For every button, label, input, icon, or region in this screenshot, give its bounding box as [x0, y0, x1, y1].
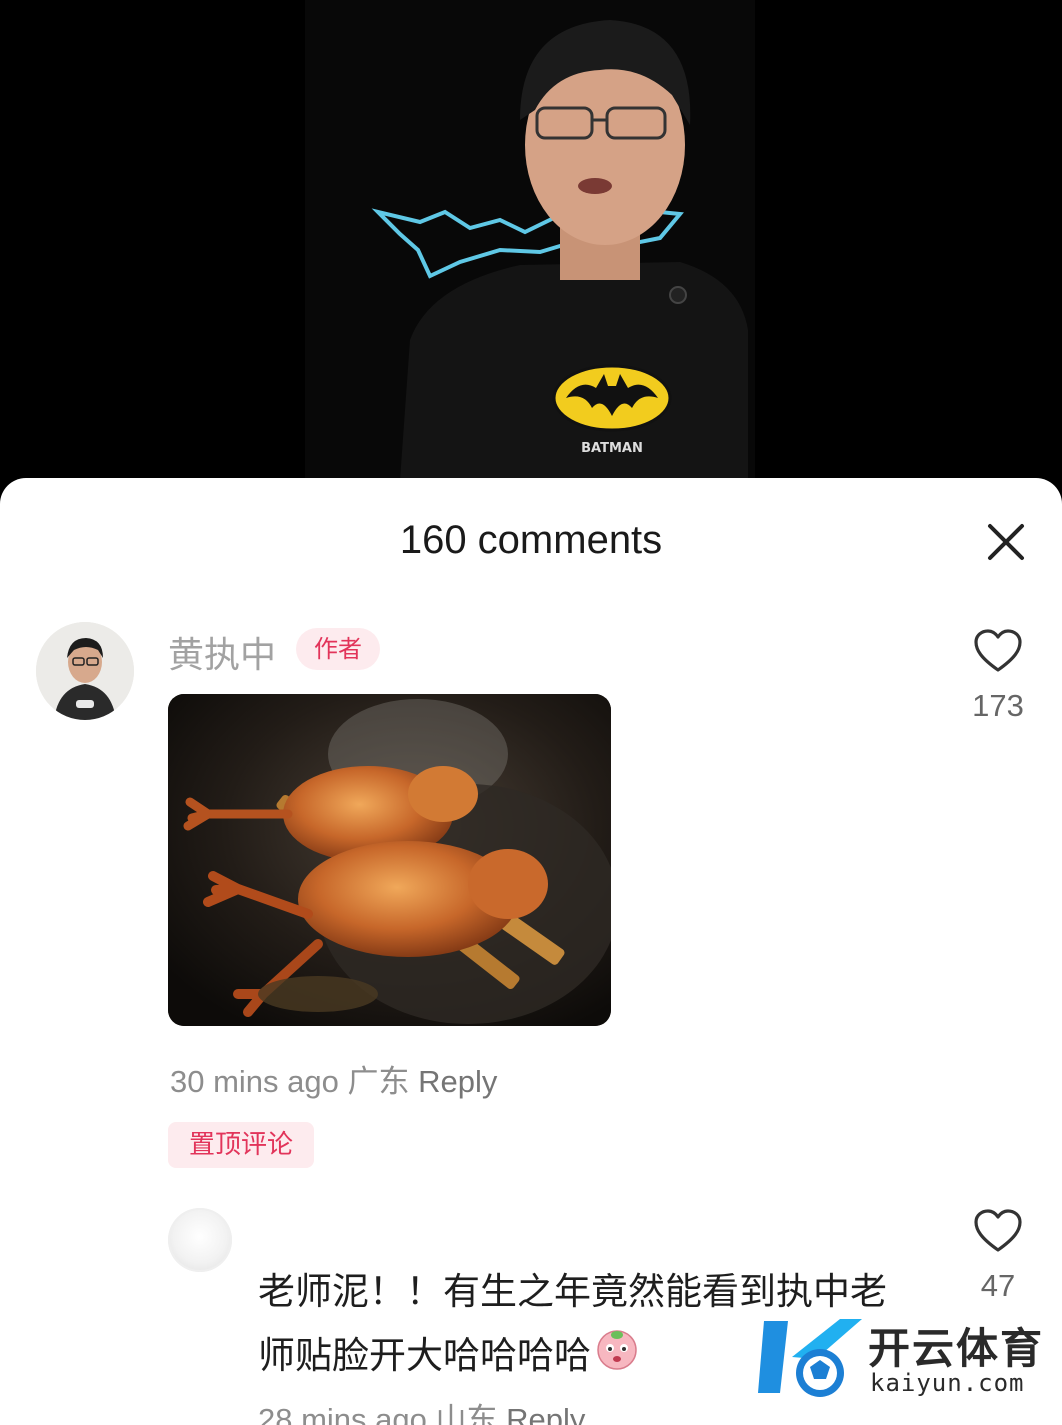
watermark-name: 开云体育 — [868, 1324, 1045, 1373]
pinned-comment-badge: 置顶评论 — [168, 1122, 314, 1168]
comment-time: 28 mins ago — [258, 1402, 427, 1425]
comment-image[interactable] — [168, 694, 611, 1026]
roast-chicken-photo — [168, 694, 611, 1026]
close-icon — [988, 524, 1024, 560]
author-badge: 作者 — [296, 628, 380, 670]
like-count: 173 — [972, 688, 1024, 723]
like-button-comment-2[interactable]: 47 — [968, 1208, 1028, 1304]
comment-meta: 30 mins ago 广东 Reply — [170, 1056, 497, 1101]
reply-button[interactable]: Reply — [418, 1064, 497, 1099]
watermark-url: kaiyun.com — [870, 1369, 1025, 1397]
comment-location: 山东 — [435, 1402, 498, 1425]
commenter-avatar[interactable] — [168, 1208, 232, 1272]
video-player[interactable]: BATMAN — [0, 0, 1062, 520]
comment-time: 30 mins ago — [170, 1064, 339, 1099]
kaiyun-logo-icon — [758, 1319, 862, 1397]
comment-location: 广东 — [347, 1064, 410, 1100]
author-avatar[interactable] — [36, 622, 134, 720]
comments-sheet: 160 comments 黄执中 作者 173 30 mins ago 广东 R… — [0, 478, 1062, 1425]
comment-meta: 28 mins ago 山东 Reply — [258, 1394, 585, 1425]
reply-button[interactable]: Reply — [506, 1402, 585, 1425]
like-count: 47 — [980, 1268, 1016, 1303]
heart-icon — [974, 629, 1022, 672]
close-button[interactable] — [984, 520, 1028, 564]
author-username[interactable]: 黄执中 — [168, 626, 276, 678]
video-frame: BATMAN — [0, 0, 1062, 520]
like-button-comment-1[interactable]: 173 — [968, 628, 1028, 724]
kaiyun-watermark: 开云体育 kaiyun.com — [758, 1311, 1048, 1403]
commenter-username[interactable] — [258, 1212, 398, 1240]
shirt-text: BATMAN — [581, 441, 643, 456]
comments-title: 160 comments — [399, 518, 663, 562]
heart-icon — [974, 1209, 1022, 1252]
emoji-icon — [595, 1326, 639, 1390]
